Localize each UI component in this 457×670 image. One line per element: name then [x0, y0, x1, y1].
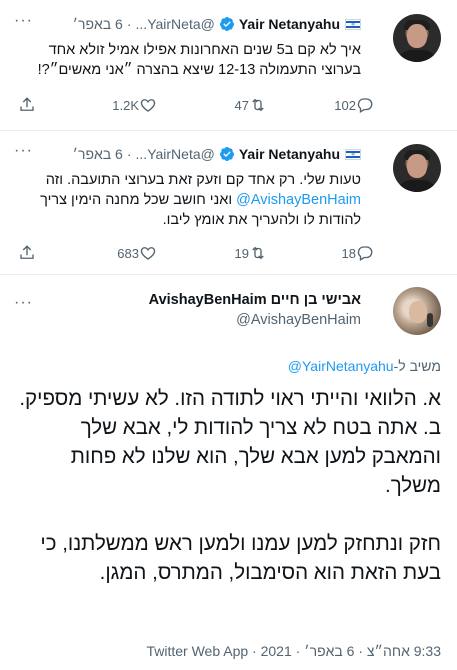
- author-name[interactable]: Yair Netanyahu: [239, 16, 340, 32]
- retweet-icon: [252, 98, 264, 112]
- more-icon[interactable]: ···: [14, 142, 33, 160]
- tweet-text-part-3: להודות לו ולהעריך את אומץ ליבו.: [162, 212, 361, 228]
- share-button[interactable]: [18, 96, 36, 114]
- avatar[interactable]: [393, 144, 441, 192]
- tweet-text-part-1: טעות שלי. רק אחד קם וזעק זאת בערוצי התוע…: [45, 172, 361, 188]
- share-icon: [20, 245, 34, 259]
- israel-flag-icon: ✡: [345, 148, 361, 160]
- replying-to: משיב ל-@YairNetanyahu: [288, 358, 441, 374]
- like-icon: [140, 99, 156, 112]
- reply-icon: [357, 246, 373, 261]
- tweet-text: איך לא קם ב5 שנים האחרונות אפילו אמיל זו…: [37, 42, 361, 78]
- share-button[interactable]: [18, 244, 36, 262]
- tweet-header: ✡ Yair Netanyahu @YairNeta... · 6 באפר׳: [69, 146, 361, 162]
- tweet-header: ✡ Yair Netanyahu @YairNeta... · 6 באפר׳: [69, 16, 361, 32]
- replying-prefix: משיב ל-: [393, 358, 441, 374]
- retweet-button[interactable]: 47: [229, 96, 267, 114]
- retweet-icon: [252, 246, 264, 260]
- tweet-text-part-2: ואני חושב שכל מחנה הימין צריך: [40, 192, 233, 208]
- author-name[interactable]: אבישי בן חיים AvishayBenHaim: [149, 292, 361, 308]
- reply-icon: [357, 98, 373, 113]
- like-count: 683: [117, 245, 139, 261]
- author-handle[interactable]: @AvishayBenHaim: [236, 312, 361, 328]
- author-name[interactable]: Yair Netanyahu: [239, 146, 340, 162]
- avatar[interactable]: [393, 287, 441, 335]
- tweet-date[interactable]: 6 באפר׳: [73, 16, 123, 32]
- avatar[interactable]: [393, 14, 441, 62]
- paragraph-2: ב. אתה בטח לא צריך להודות לי, אבא שלך וה…: [70, 416, 441, 497]
- share-icon: [20, 97, 34, 111]
- israel-flag-icon: ✡: [345, 18, 361, 30]
- retweet-count: 47: [234, 97, 249, 113]
- reply-count: 102: [334, 97, 356, 113]
- paragraph-3: חזק ונתחזק למען עמנו ולמען ראש ממשלתנו, …: [40, 532, 441, 584]
- tweet-actions: 18 19 683: [0, 244, 457, 264]
- tweet-footer[interactable]: 9:33 אחה״צ · 6 באפר׳ · 2021 · Twitter We…: [146, 643, 441, 659]
- tweet-2[interactable]: ✡ Yair Netanyahu @YairNeta... · 6 באפר׳ …: [0, 130, 457, 273]
- author-handle[interactable]: @YairNeta...: [136, 16, 215, 32]
- like-button[interactable]: 683: [111, 244, 157, 262]
- mention-link[interactable]: @AvishayBenHaim: [236, 192, 361, 208]
- paragraph-1: א. הלוואי והייתי ראוי לתודה הזו. לא עשית…: [19, 387, 441, 410]
- tweet-text: טעות שלי. רק אחד קם וזעק זאת בערוצי התוע…: [16, 170, 361, 230]
- tweet-date[interactable]: 6 באפר׳: [73, 146, 123, 162]
- separator: ·: [126, 16, 132, 32]
- main-tweet-text: א. הלוואי והייתי ראוי לתודה הזו. לא עשית…: [16, 384, 441, 587]
- separator: ·: [126, 146, 132, 162]
- author-handle[interactable]: @YairNeta...: [136, 146, 215, 162]
- verified-badge-icon: [219, 17, 234, 31]
- verified-badge-icon: [219, 147, 234, 161]
- divider: [0, 274, 457, 275]
- like-icon: [140, 247, 156, 260]
- tweet-actions: 102 47 1.2K: [0, 96, 457, 116]
- reply-button[interactable]: 102: [328, 96, 374, 114]
- reply-count: 18: [341, 245, 356, 261]
- like-count: 1.2K: [112, 97, 139, 113]
- replying-to-link[interactable]: @YairNetanyahu: [288, 358, 394, 374]
- retweet-count: 19: [234, 245, 249, 261]
- more-icon[interactable]: ···: [14, 294, 33, 312]
- tweet-1[interactable]: ✡ Yair Netanyahu @YairNeta... · 6 באפר׳ …: [0, 0, 457, 130]
- like-button[interactable]: 1.2K: [106, 96, 157, 114]
- reply-button[interactable]: 18: [336, 244, 374, 262]
- retweet-button[interactable]: 19: [229, 244, 267, 262]
- more-icon[interactable]: ···: [14, 12, 33, 30]
